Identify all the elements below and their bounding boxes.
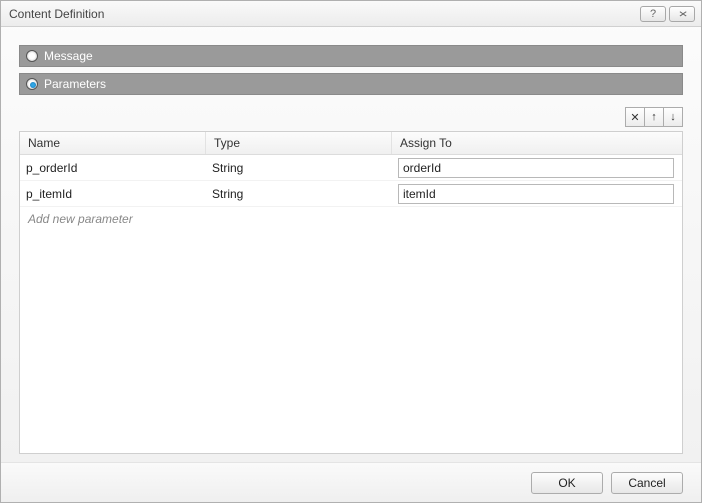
cell-assign [392, 155, 682, 180]
cell-name[interactable]: p_itemId [20, 181, 206, 206]
option-parameters[interactable]: Parameters [19, 73, 683, 95]
cell-name[interactable]: p_orderId [20, 155, 206, 180]
option-message[interactable]: Message [19, 45, 683, 67]
close-icon: ✕ [678, 9, 686, 19]
content-definition-dialog: Content Definition ? ✕ Message Parameter… [0, 0, 702, 503]
cell-assign [392, 181, 682, 206]
delete-row-button[interactable]: ✕ [625, 107, 645, 127]
assign-to-input[interactable] [398, 158, 674, 178]
help-icon: ? [650, 8, 656, 20]
table-row[interactable]: p_itemId String [20, 181, 682, 207]
ok-button[interactable]: OK [531, 472, 603, 494]
close-button[interactable]: ✕ [669, 6, 695, 22]
table-toolbar: ✕ ↑ ↓ [19, 107, 683, 127]
table-header: Name Type Assign To [20, 132, 682, 155]
cell-type[interactable]: String [206, 155, 392, 180]
titlebar: Content Definition ? ✕ [1, 1, 701, 27]
cell-type[interactable]: String [206, 181, 392, 206]
dialog-title: Content Definition [9, 7, 637, 21]
dialog-footer: OK Cancel [1, 462, 701, 502]
arrow-up-icon: ↑ [651, 111, 657, 123]
parameters-table: Name Type Assign To p_orderId String p_i… [19, 131, 683, 454]
col-header-assign[interactable]: Assign To [392, 132, 682, 154]
add-parameter-label: Add new parameter [28, 212, 133, 226]
assign-to-input[interactable] [398, 184, 674, 204]
move-down-button[interactable]: ↓ [663, 107, 683, 127]
add-parameter-row[interactable]: Add new parameter [20, 207, 682, 231]
x-icon: ✕ [630, 111, 639, 124]
col-header-name[interactable]: Name [20, 132, 206, 154]
parameters-panel: ✕ ↑ ↓ Name Type Assign To p_orderId Stri… [19, 107, 683, 454]
move-up-button[interactable]: ↑ [644, 107, 664, 127]
table-row[interactable]: p_orderId String [20, 155, 682, 181]
col-header-type[interactable]: Type [206, 132, 392, 154]
option-parameters-label: Parameters [44, 77, 106, 91]
option-message-label: Message [44, 49, 93, 63]
radio-icon [26, 78, 38, 90]
help-button[interactable]: ? [640, 6, 666, 22]
cancel-button[interactable]: Cancel [611, 472, 683, 494]
dialog-content: Message Parameters ✕ ↑ ↓ Name [1, 27, 701, 462]
arrow-down-icon: ↓ [670, 111, 676, 123]
radio-icon [26, 50, 38, 62]
